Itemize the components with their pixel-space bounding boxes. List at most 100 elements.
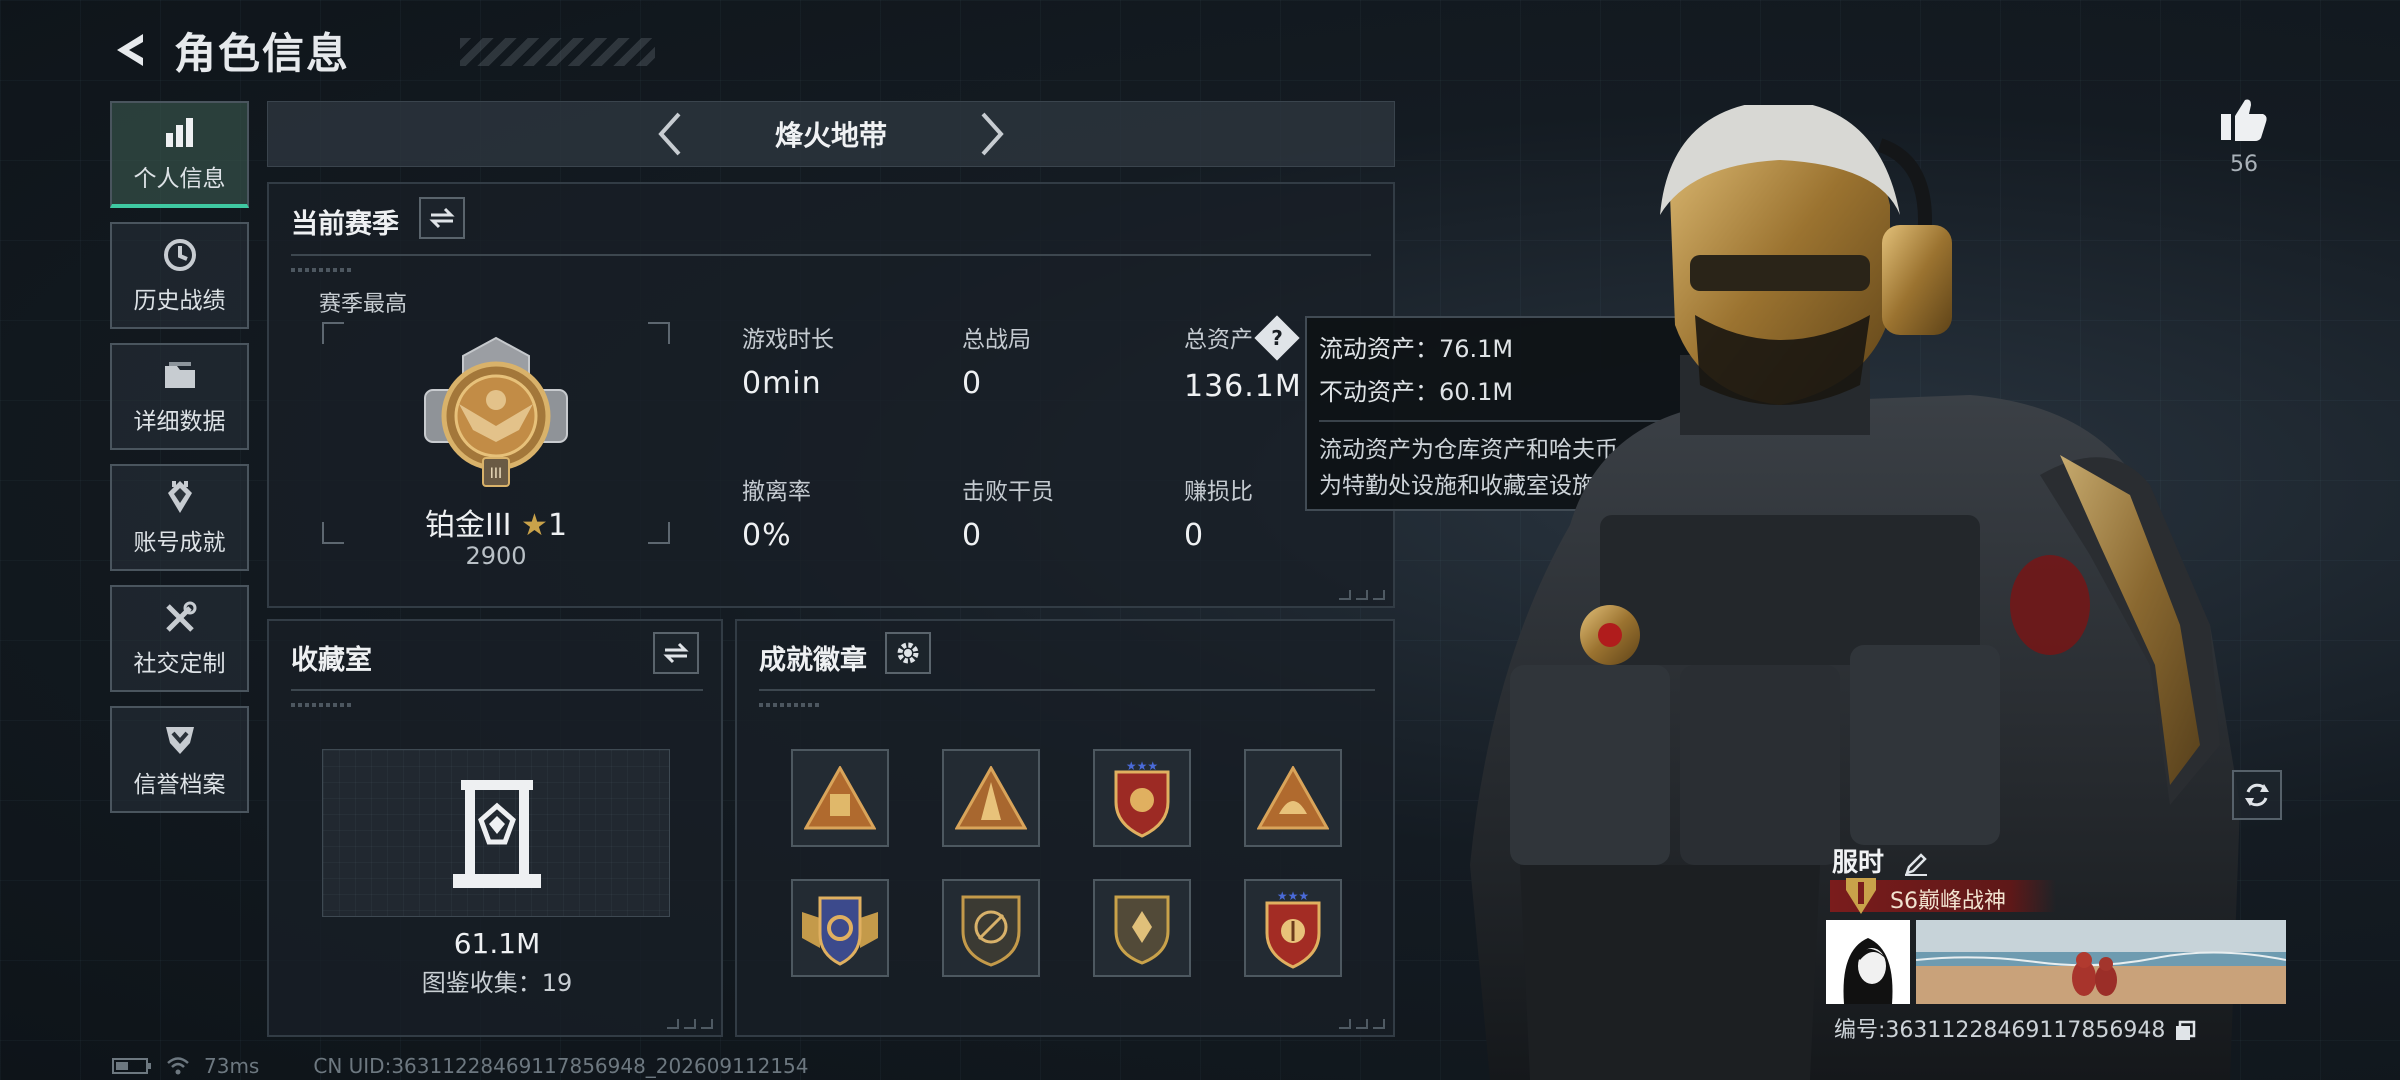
title-emblem-icon [1846, 878, 1876, 914]
badges-title: 成就徽章 [759, 645, 867, 676]
star-shield-badge-icon: ★★★ [1114, 759, 1170, 838]
swap-icon [429, 207, 455, 229]
triangle-helmet-badge-icon [1257, 766, 1329, 830]
help-icon[interactable]: ? [1254, 314, 1300, 361]
battery-icon [112, 1058, 151, 1074]
like-area: 56 [2214, 96, 2274, 177]
collection-title: 收藏室 [291, 645, 372, 676]
back-arrow-icon [117, 34, 143, 66]
stat-profit-loss-ratio: 赚损比 0 [1184, 479, 1253, 553]
season-title: 当前赛季 [291, 209, 399, 240]
sidebar-item-label: 个人信息 [133, 165, 226, 192]
collection-room-panel: 收藏室 61.1M 图鉴收集：19 [267, 619, 723, 1037]
collection-value: 61.1M [453, 927, 541, 960]
avatar-portrait-icon [1826, 920, 1910, 1004]
chevron-right-icon [981, 112, 1004, 156]
achievement-badges-panel: 成就徽章 ★★★ ★★★ [735, 619, 1395, 1037]
triangle-emblem-badge-icon [804, 766, 876, 830]
rank-star-icon: ★ [521, 508, 548, 543]
medal-icon [167, 480, 192, 513]
thumbs-up-icon[interactable] [2219, 96, 2269, 142]
edit-icon[interactable] [1903, 851, 1929, 877]
refresh-button[interactable] [2232, 770, 2282, 820]
badge-slot-1[interactable] [791, 749, 889, 847]
title-decoration [460, 38, 655, 66]
corner-decoration [1339, 590, 1385, 600]
back-button[interactable] [110, 27, 156, 73]
sidebar: 个人信息 历史战绩 详细数据 账号成就 社交定制 信誉档案 [110, 101, 249, 827]
page-title: 角色信息 [174, 28, 351, 78]
refresh-icon [2245, 783, 2269, 807]
divider-dots [291, 703, 351, 707]
title-divider [291, 254, 1371, 256]
shield-icon [165, 726, 194, 754]
divider-dots [291, 268, 351, 272]
player-id: 编号:3631122846911785694​8 [1834, 1012, 2196, 1044]
page-header: 角色信息 [110, 20, 655, 80]
player-name: 服时 [1832, 842, 1929, 879]
copy-icon[interactable] [2174, 1020, 2196, 1042]
bar-chart-icon [165, 117, 193, 147]
badges-settings-button[interactable] [885, 632, 931, 674]
stat-total-assets: 总资产? 136.1M [1184, 314, 1302, 404]
clock-icon [163, 238, 196, 271]
collection-display-case[interactable] [322, 749, 670, 917]
player-banner[interactable] [1916, 920, 2286, 1004]
svg-text:★★★: ★★★ [1277, 889, 1309, 903]
prev-mode-button[interactable] [645, 109, 695, 159]
tools-icon [165, 601, 196, 632]
sidebar-item-history[interactable]: 历史战绩 [110, 222, 249, 329]
badge-slot-6[interactable] [942, 879, 1040, 977]
next-mode-button[interactable] [967, 109, 1017, 159]
display-case-icon [453, 780, 541, 888]
rank-emblem-icon: III [424, 336, 568, 487]
badge-slot-5[interactable] [791, 879, 889, 977]
badge-slot-8[interactable]: ★★★ [1244, 879, 1342, 977]
winged-shield-badge-icon [802, 896, 878, 966]
mode-selector: 烽火地带 [267, 101, 1395, 167]
folder-icon [164, 361, 195, 388]
beach-banner-image [1916, 920, 2286, 1004]
crest-shield-badge-icon [1114, 895, 1170, 965]
corner-decoration [667, 1019, 713, 1029]
collection-switch-button[interactable] [653, 632, 699, 674]
badge-slot-2[interactable] [942, 749, 1040, 847]
mode-title: 烽火地带 [774, 119, 887, 152]
sidebar-item-achievements[interactable]: 账号成就 [110, 464, 249, 571]
like-count: 56 [2230, 152, 2258, 177]
stat-operators-defeated: 击败干员 0 [962, 479, 1054, 553]
stat-total-matches: 总战局 0 [962, 327, 1031, 401]
title-divider [291, 689, 703, 691]
star-crest-badge-icon: ★★★ [1265, 889, 1321, 969]
triangle-tower-badge-icon [955, 766, 1027, 830]
sidebar-item-label: 信誉档案 [133, 771, 226, 798]
svg-text:III: III [490, 466, 502, 482]
player-title-tag: S6巅峰战神 [1830, 878, 2056, 914]
sidebar-item-personal-info[interactable]: 个人信息 [110, 101, 249, 208]
player-card: 服时 S6巅峰战神 编号:3631122846911785694​8 [1826, 836, 2286, 1046]
title-divider [759, 689, 1375, 691]
gear-icon [897, 642, 919, 664]
current-season-panel: 当前赛季 赛季最高 III 铂金III ★1 2900 游戏时长 0min 总战… [267, 182, 1395, 608]
svg-text:★★★: ★★★ [1126, 759, 1158, 773]
divider-dots [759, 703, 819, 707]
sidebar-item-detailed-data[interactable]: 详细数据 [110, 343, 249, 450]
wifi-icon [167, 1057, 189, 1075]
badge-slot-4[interactable] [1244, 749, 1342, 847]
badge-slot-3[interactable]: ★★★ [1093, 749, 1191, 847]
rank-score: 2900 [465, 542, 527, 570]
sidebar-item-social-custom[interactable]: 社交定制 [110, 585, 249, 692]
sidebar-item-label: 详细数据 [133, 408, 226, 435]
season-switch-button[interactable] [419, 197, 465, 239]
round-shield-badge-icon [961, 895, 1021, 967]
player-avatar[interactable] [1826, 920, 1910, 1004]
sidebar-item-credit-record[interactable]: 信誉档案 [110, 706, 249, 813]
status-bar: 73ms CN UID:36311228469117856948_2026091… [112, 1054, 823, 1078]
stat-extract-rate: 撤离率 0% [742, 479, 811, 553]
ping-value: 73ms [204, 1054, 260, 1078]
corner-decoration [1339, 1019, 1385, 1029]
sidebar-item-label: 账号成就 [133, 529, 226, 556]
collection-count: 图鉴收集：19 [421, 969, 573, 997]
badge-slot-7[interactable] [1093, 879, 1191, 977]
season-best-label: 赛季最高 [319, 292, 408, 317]
